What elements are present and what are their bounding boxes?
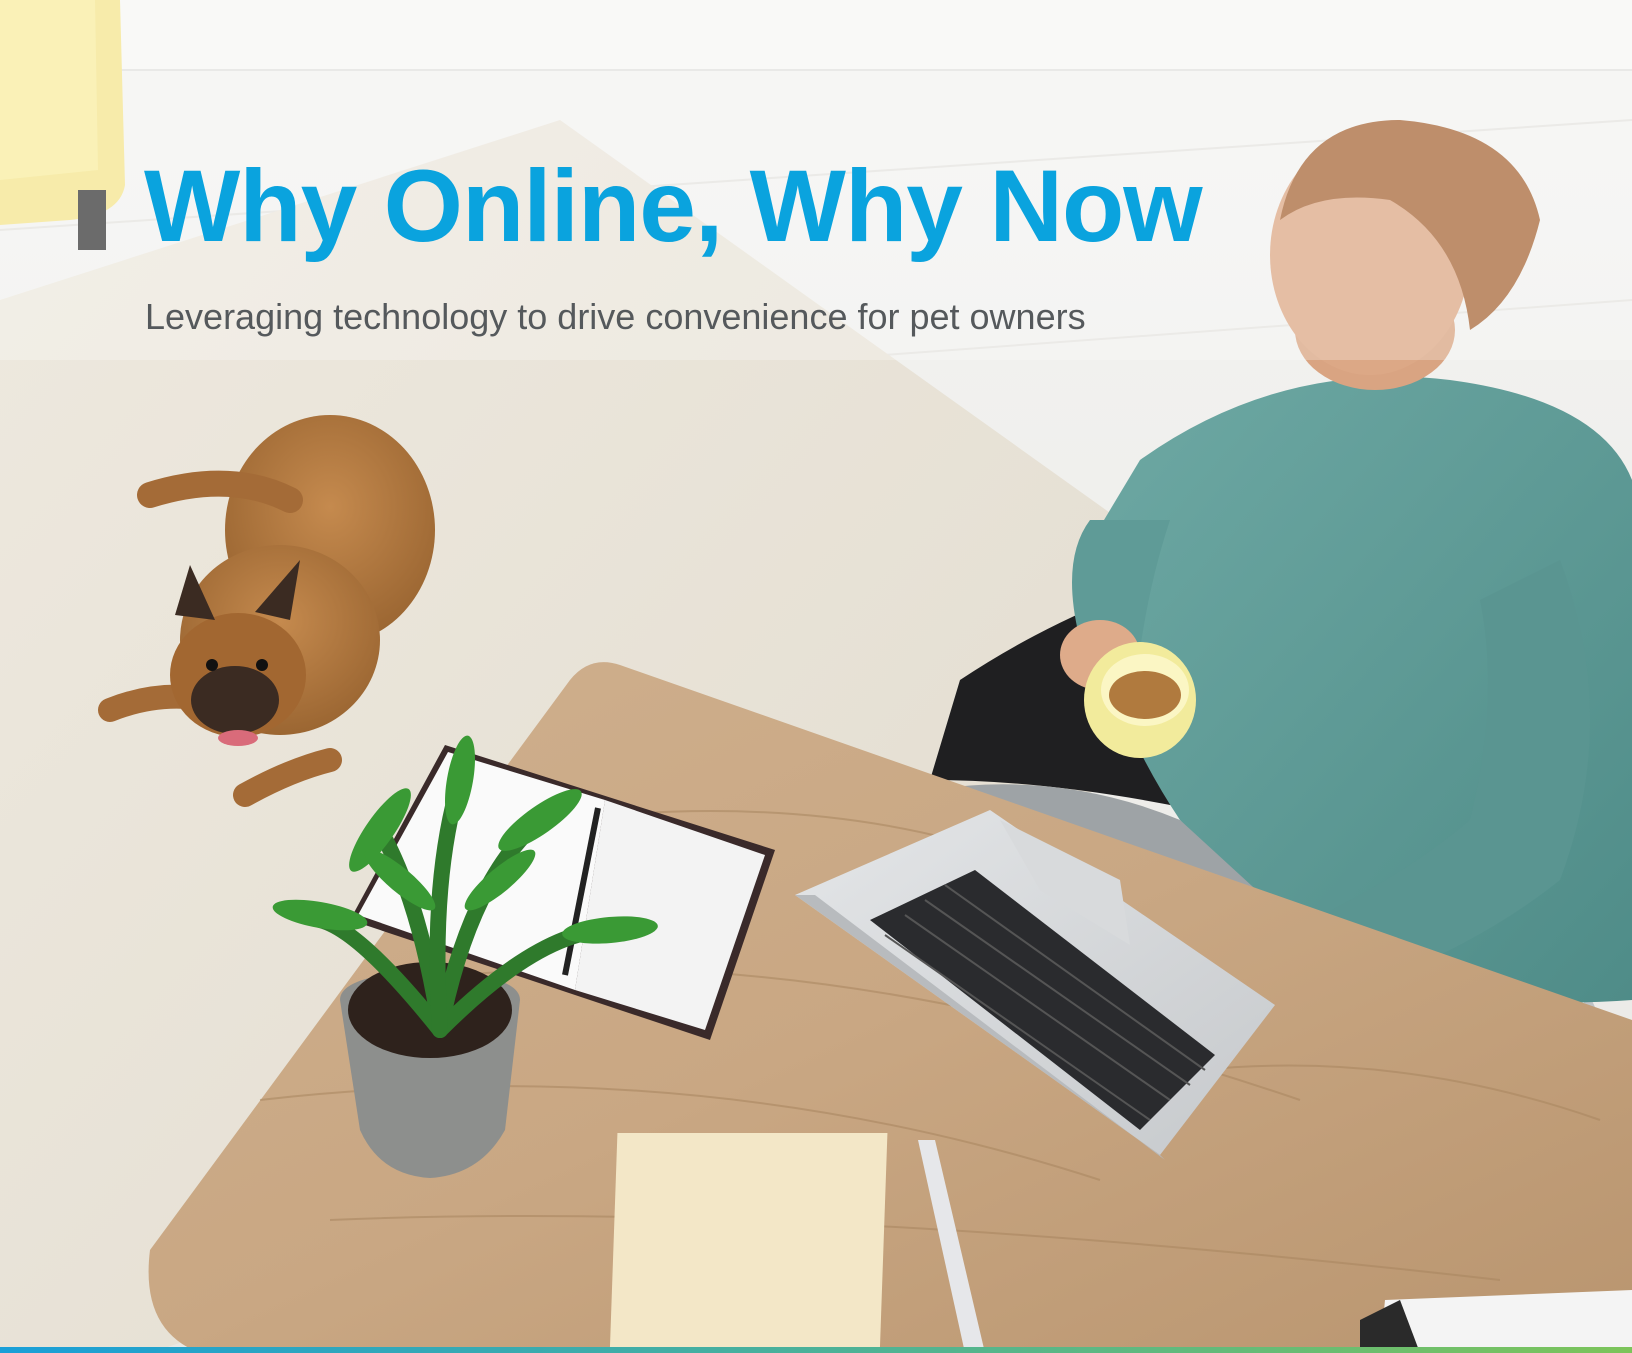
slide: Why Online, Why Now Leveraging technolog…	[0, 0, 1632, 1353]
page-title: Why Online, Why Now	[144, 149, 1203, 263]
mug-illustration	[1084, 642, 1196, 758]
page-subtitle: Leveraging technology to drive convenien…	[145, 296, 1086, 337]
accent-bar	[0, 1347, 1632, 1353]
binder-illustration	[1360, 1290, 1632, 1353]
